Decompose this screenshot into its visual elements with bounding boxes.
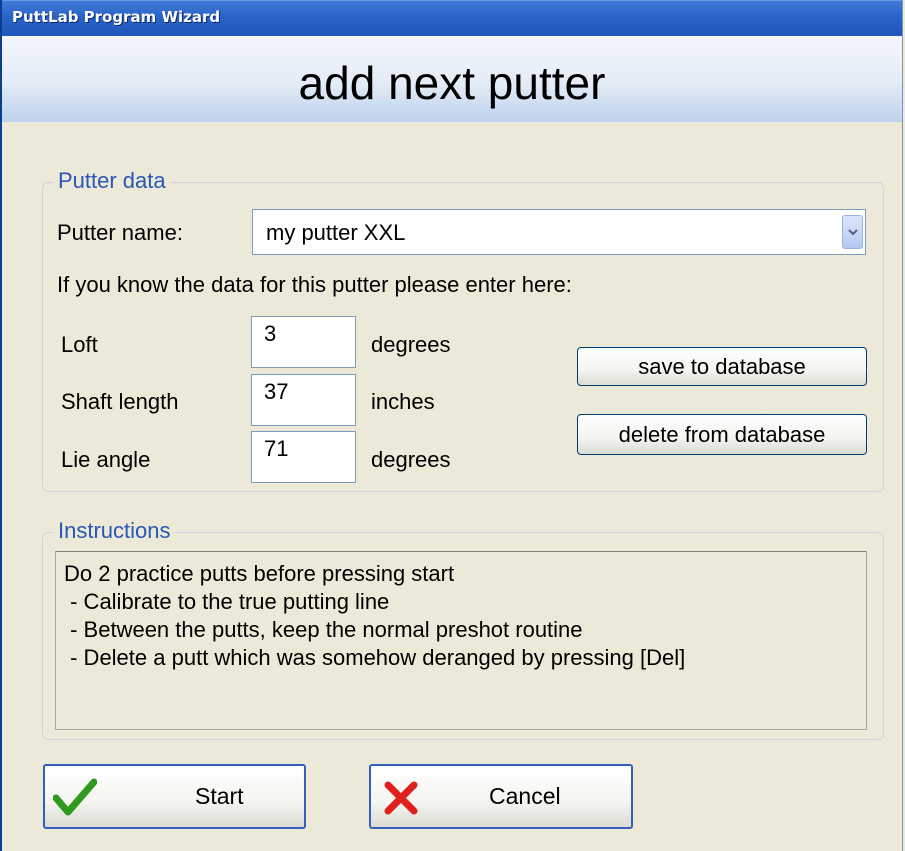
loft-label: Loft — [61, 332, 98, 357]
instruction-line: - Between the putts, keep the normal pre… — [64, 617, 583, 642]
instruction-line: - Delete a putt which was somehow derang… — [64, 645, 686, 670]
putter-data-legend: Putter data — [54, 168, 170, 194]
delete-from-database-button[interactable]: delete from database — [577, 414, 867, 455]
wizard-window: PuttLab Program Wizard add next putter P… — [0, 0, 903, 851]
instructions-text: Do 2 practice putts before pressing star… — [55, 551, 867, 730]
instruction-line: - Calibrate to the true putting line — [64, 589, 390, 614]
lie-angle-input[interactable]: 71 — [251, 431, 356, 483]
shaft-length-unit: inches — [371, 389, 435, 414]
shaft-length-label: Shaft length — [61, 389, 179, 414]
check-icon — [53, 778, 97, 816]
header-banner: add next putter — [2, 36, 902, 122]
putter-name-label: Putter name: — [57, 220, 183, 245]
putter-name-value: my putter XXL — [266, 220, 406, 245]
loft-unit: degrees — [371, 332, 451, 357]
loft-input[interactable]: 3 — [251, 316, 356, 368]
chevron-down-icon — [848, 229, 858, 236]
dropdown-button[interactable] — [842, 215, 863, 249]
shaft-length-input[interactable]: 37 — [251, 374, 356, 426]
instructions-legend: Instructions — [54, 518, 175, 544]
lie-angle-label: Lie angle — [61, 447, 151, 472]
cancel-label: Cancel — [489, 783, 561, 809]
lie-angle-unit: degrees — [371, 447, 451, 472]
start-label: Start — [195, 783, 244, 809]
cross-icon — [384, 781, 418, 815]
start-button[interactable]: Start — [43, 764, 306, 829]
data-entry-hint: If you know the data for this putter ple… — [57, 272, 572, 297]
cancel-button[interactable]: Cancel — [369, 764, 633, 829]
save-to-database-button[interactable]: save to database — [577, 347, 867, 386]
window-title: PuttLab Program Wizard — [12, 8, 221, 26]
instruction-line: Do 2 practice putts before pressing star… — [64, 561, 455, 586]
page-title: add next putter — [298, 57, 606, 109]
putter-name-dropdown[interactable]: my putter XXL — [252, 209, 866, 255]
title-bar[interactable]: PuttLab Program Wizard — [2, 0, 902, 36]
